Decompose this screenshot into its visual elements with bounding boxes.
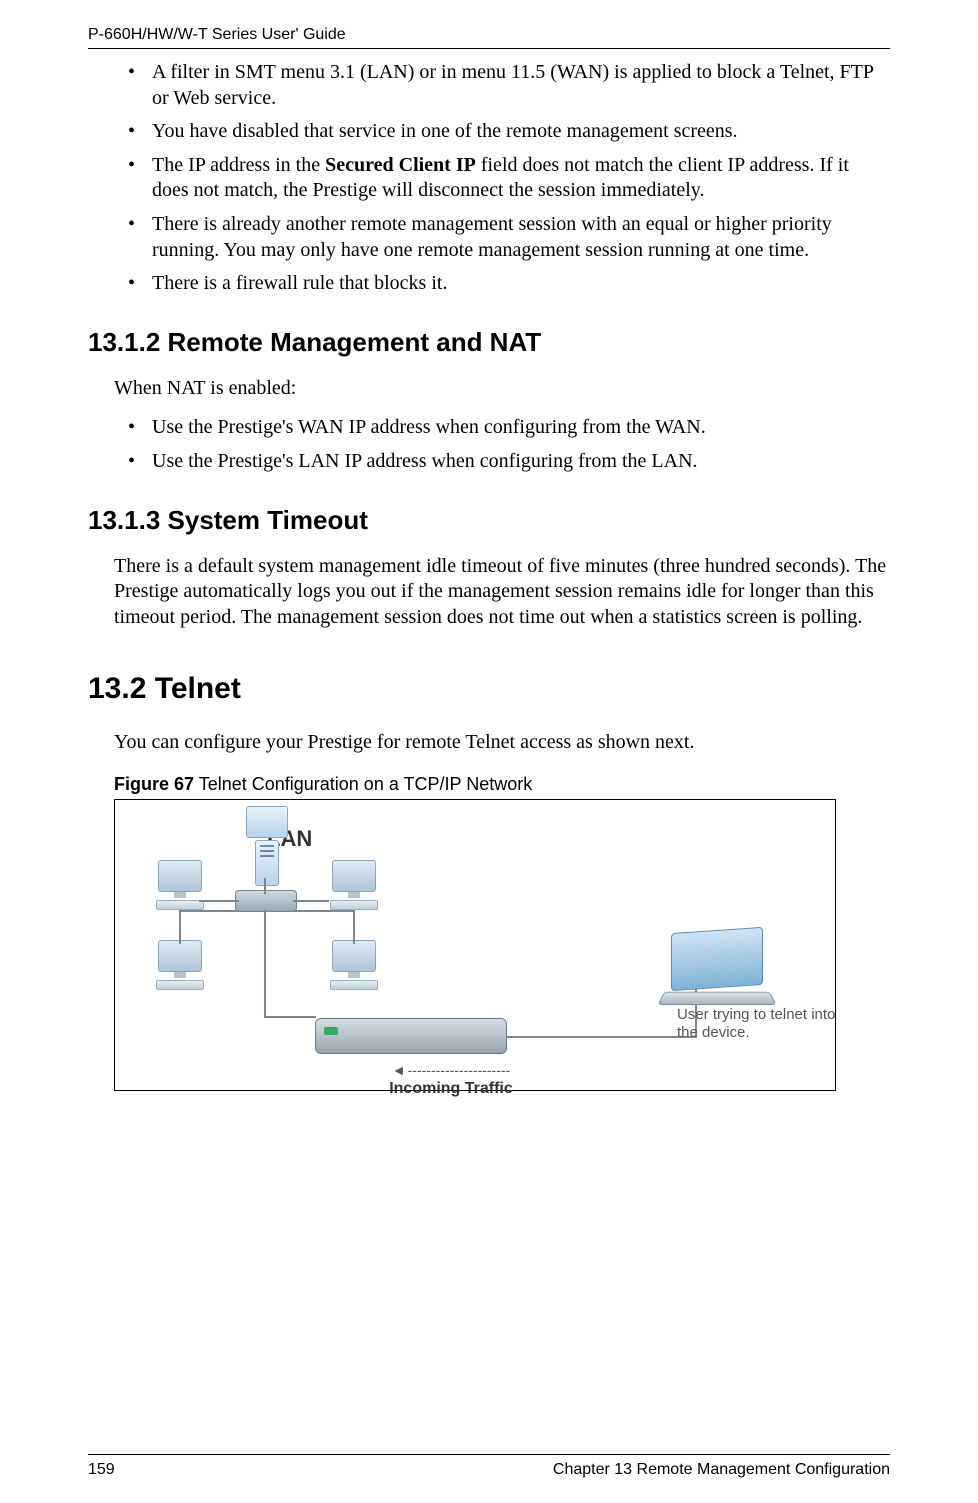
figure-number: Figure 67 — [114, 774, 194, 794]
hub-icon — [235, 890, 297, 912]
page: P-660H/HW/W-T Series User' Guide A filte… — [0, 0, 978, 1503]
body-paragraph: There is a default system management idl… — [114, 554, 890, 631]
annotation-text: User trying to telnet into the device. — [677, 1006, 837, 1042]
server-icon — [241, 806, 293, 886]
heading-13-1-3: 13.1.3 System Timeout — [88, 505, 890, 536]
router-icon — [315, 1018, 507, 1054]
bold-fragment: Secured Client IP — [325, 154, 476, 176]
nat-bullet-list: Use the Prestige's WAN IP address when c… — [128, 415, 890, 474]
incoming-traffic-text: Incoming Traffic — [351, 1080, 551, 1098]
body-paragraph: When NAT is enabled: — [114, 376, 890, 402]
text-fragment: The IP address in the — [152, 154, 325, 176]
incoming-traffic-label: ---------------------- Incoming Traffic — [351, 1062, 551, 1098]
network-line — [179, 910, 239, 912]
list-item: There is a firewall rule that blocks it. — [128, 271, 890, 297]
list-item: There is already another remote manageme… — [128, 212, 890, 263]
workstation-icon — [151, 940, 209, 990]
heading-13-2: 13.2 Telnet — [88, 672, 890, 706]
network-line — [293, 900, 329, 902]
list-item: The IP address in the Secured Client IP … — [128, 153, 890, 204]
body-content: A filter in SMT menu 3.1 (LAN) or in men… — [88, 60, 890, 1091]
network-line — [179, 912, 181, 944]
workstation-icon — [325, 860, 383, 910]
figure-diagram: LAN — [114, 799, 836, 1091]
list-item: Use the Prestige's WAN IP address when c… — [128, 415, 890, 441]
network-line — [264, 878, 266, 894]
page-footer: 159 Chapter 13 Remote Management Configu… — [88, 1454, 890, 1479]
workstation-icon — [151, 860, 209, 910]
figure-title: Telnet Configuration on a TCP/IP Network — [194, 774, 532, 794]
list-item: You have disabled that service in one of… — [128, 119, 890, 145]
network-line — [264, 1016, 316, 1018]
running-header: P-660H/HW/W-T Series User' Guide — [88, 26, 890, 49]
network-line — [505, 1036, 697, 1038]
figure-caption: Figure 67 Telnet Configuration on a TCP/… — [114, 774, 890, 795]
network-line — [293, 910, 355, 912]
laptop-icon — [657, 930, 777, 1006]
intro-bullet-list: A filter in SMT menu 3.1 (LAN) or in men… — [128, 60, 890, 297]
network-line — [264, 910, 266, 1018]
workstation-icon — [325, 940, 383, 990]
list-item: A filter in SMT menu 3.1 (LAN) or in men… — [128, 60, 890, 111]
chapter-label: Chapter 13 Remote Management Configurati… — [553, 1461, 890, 1479]
network-line — [353, 912, 355, 944]
heading-13-1-2: 13.1.2 Remote Management and NAT — [88, 327, 890, 358]
body-paragraph: You can configure your Prestige for remo… — [114, 730, 890, 756]
network-line — [199, 900, 239, 902]
page-number: 159 — [88, 1461, 115, 1479]
arrow-left-icon: ---------------------- — [351, 1062, 551, 1078]
list-item: Use the Prestige's LAN IP address when c… — [128, 449, 890, 475]
